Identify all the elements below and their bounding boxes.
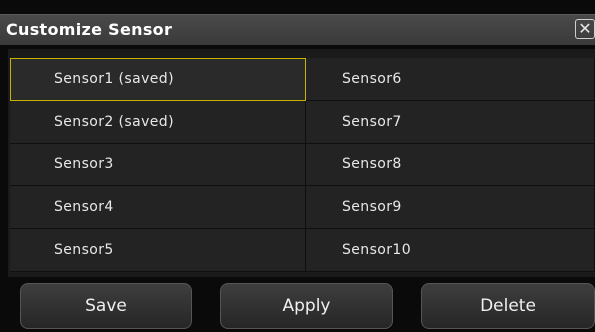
close-icon[interactable]: ✕ (575, 19, 595, 39)
delete-button[interactable]: Delete (421, 283, 595, 329)
sensor-item-sensor7[interactable]: Sensor7 (306, 100, 595, 144)
sensor-item-sensor10[interactable]: Sensor10 (306, 229, 595, 272)
sensor-item-sensor8[interactable]: Sensor8 (306, 143, 595, 187)
sensor-item-sensor3[interactable]: Sensor3 (10, 143, 306, 187)
save-button[interactable]: Save (20, 283, 192, 329)
sensor-item-sensor5[interactable]: Sensor5 (10, 229, 306, 272)
button-row: Save Apply Delete (0, 283, 595, 332)
sensor-item-sensor4[interactable]: Sensor4 (10, 186, 306, 230)
sensor-item-sensor9[interactable]: Sensor9 (306, 186, 595, 230)
sensor-grid: Sensor1 (saved) Sensor6 Sensor2 (saved) … (10, 58, 595, 272)
sensor-item-sensor6[interactable]: Sensor6 (306, 58, 595, 101)
dialog-title: Customize Sensor (6, 20, 173, 39)
sensor-item-sensor1[interactable]: Sensor1 (saved) (10, 58, 306, 101)
customize-sensor-dialog: Customize Sensor ✕ Sensor1 (saved) Senso… (0, 0, 595, 332)
title-bar: Customize Sensor ✕ (0, 14, 595, 45)
apply-button[interactable]: Apply (220, 283, 393, 329)
sensor-item-sensor2[interactable]: Sensor2 (saved) (10, 100, 306, 144)
